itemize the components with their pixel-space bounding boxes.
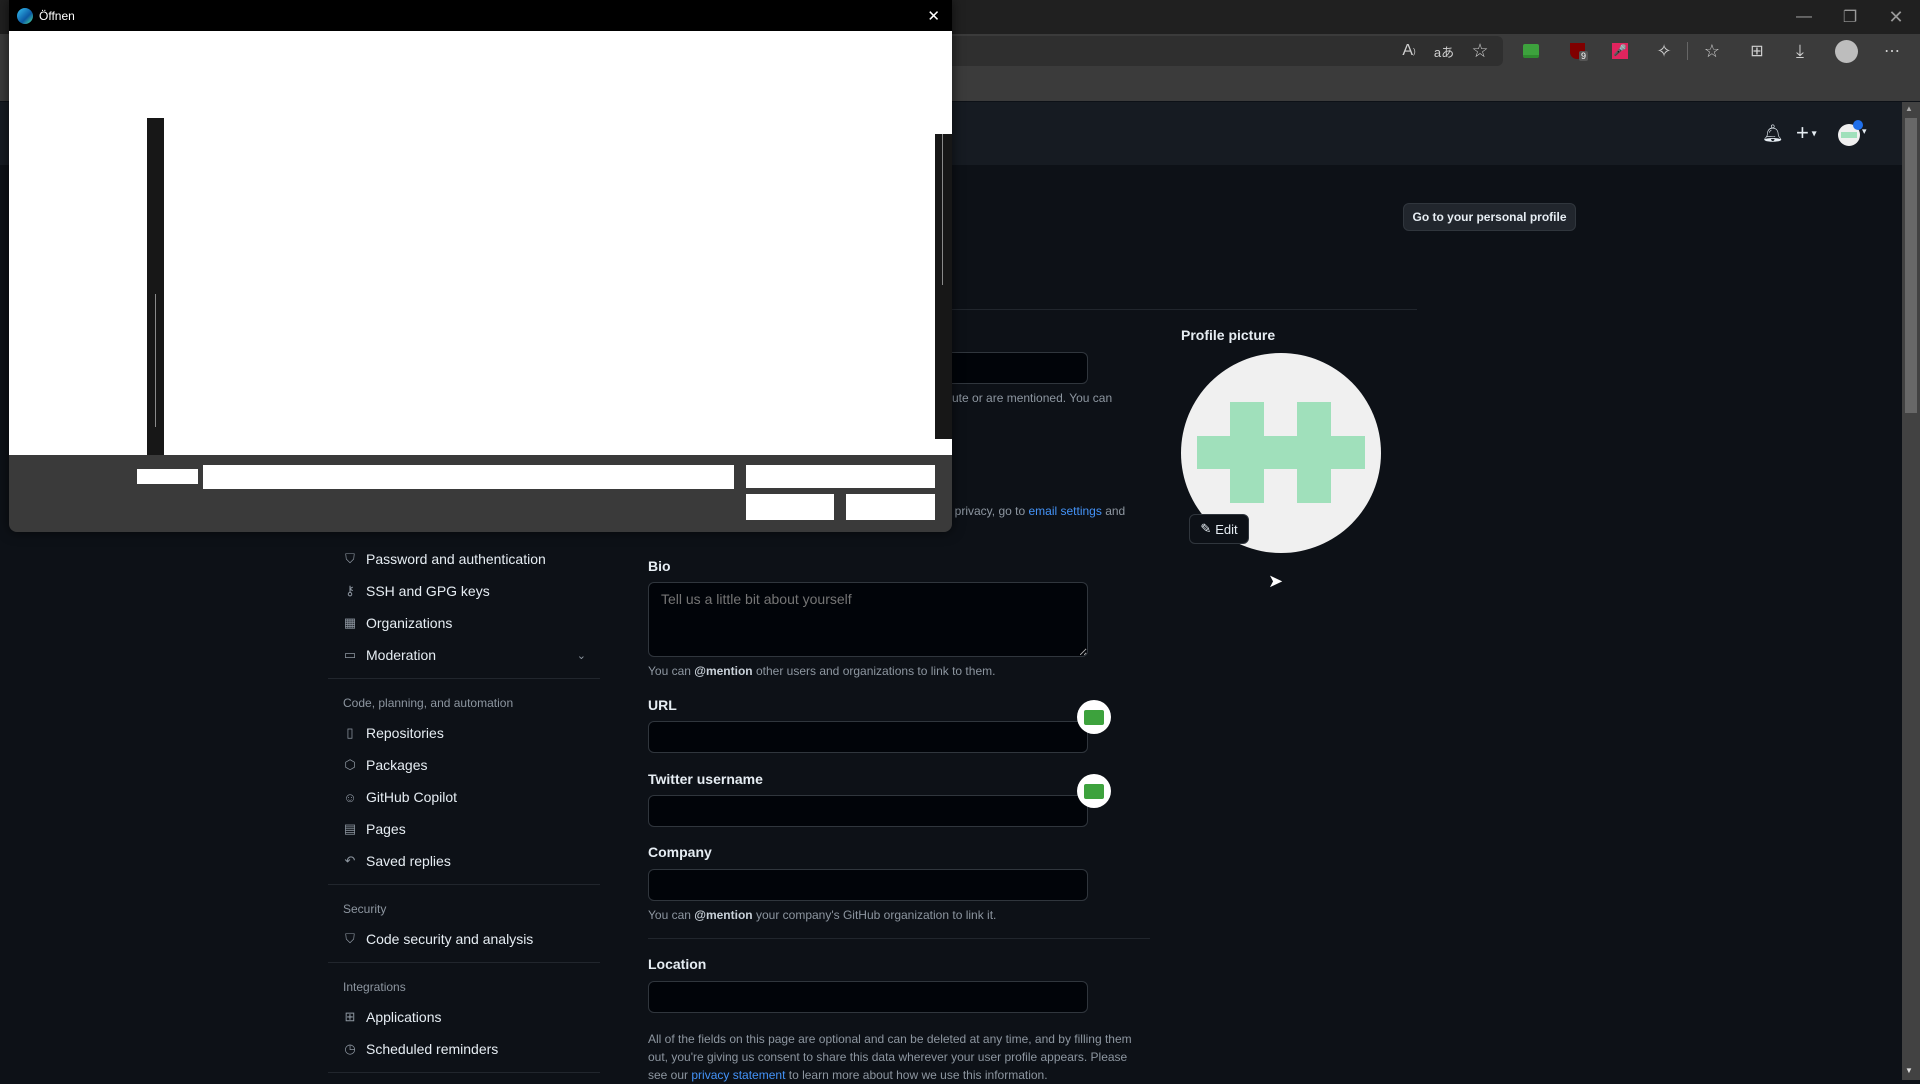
twitter-label: Twitter username [648,771,763,787]
chevron-down-icon: ⌄ [576,649,586,662]
create-new-button[interactable]: + ▾ [1796,120,1817,146]
cancel-button[interactable] [846,494,935,520]
read-aloud-icon[interactable]: A) [1394,38,1424,64]
collections-icon[interactable]: ⊞ [1742,38,1772,64]
dialog-content [9,31,952,455]
ublock-extension-icon[interactable]: 9 [1562,38,1592,64]
twitter-input[interactable] [648,795,1088,827]
section-divider [952,309,1417,310]
bio-textarea[interactable] [648,582,1088,657]
location-input[interactable] [648,981,1088,1013]
shield-lock-icon: ⛉ [345,551,355,566]
ublock-badge: 9 [1579,51,1589,61]
key-icon: ⚷ [345,583,355,598]
go-to-personal-profile-button[interactable]: Go to your personal profile [1403,203,1576,231]
bell-icon[interactable]: 🔔︎ [1762,124,1784,144]
sidebar-divider [328,1072,600,1073]
filename-label [137,469,198,484]
favorites-icon[interactable]: ☆ [1697,38,1727,64]
email-settings-link[interactable]: email settings [1028,504,1101,518]
file-open-dialog: Öffnen ✕ [9,0,952,532]
scroll-down-icon[interactable]: ▼ [1905,1066,1913,1075]
dialog-title-bar: Öffnen ✕ [9,0,952,31]
sidebar-divider [328,678,600,679]
sidebar-heading-code: Code, planning, and automation [343,696,514,710]
url-input[interactable] [648,721,1088,753]
sidebar-item-repositories[interactable]: ▯ Repositories [342,719,443,747]
scrollbar-thumb[interactable] [155,294,156,427]
scrollbar-thumb[interactable] [942,134,943,285]
downloads-icon[interactable]: ⤓ [1785,38,1815,64]
filename-input[interactable] [203,465,734,489]
sidebar-divider [328,962,600,963]
file-type-select[interactable] [746,465,935,488]
scroll-up-icon[interactable]: ▲ [1905,104,1913,113]
sidebar-heading-security: Security [343,902,387,916]
package-icon: ⬡ [344,757,356,772]
report-icon: ▭ [343,647,357,662]
toolbar-divider [1687,42,1688,60]
repo-icon: ▯ [346,725,354,740]
pencil-icon: ✎ [1200,521,1212,536]
email-privacy-note: il privacy, go to email settings and [946,504,1126,518]
sidebar-item-ssh-keys[interactable]: ⚷ SSH and GPG keys [342,577,489,605]
roboform-fill-icon[interactable] [1077,774,1111,808]
file-list-scrollbar[interactable] [935,134,952,439]
company-label: Company [648,844,712,860]
sidebar-divider [328,884,600,885]
company-input[interactable] [648,869,1088,901]
edge-logo-icon [17,7,33,24]
nav-pane-scrollbar[interactable] [147,118,164,455]
chevron-down-icon: ▾ [1862,126,1867,136]
shield-icon: ⛉ [345,931,355,946]
sidebar-item-password[interactable]: ⛉ Password and authentication [342,545,546,573]
apps-icon: ⊞ [344,1009,356,1024]
open-button[interactable] [746,494,834,520]
bio-label: Bio [648,558,671,574]
sidebar-heading-integrations: Integrations [343,980,406,994]
sidebar-item-scheduled-reminders[interactable]: ◷ Scheduled reminders [342,1035,498,1063]
roboform-fill-icon[interactable] [1077,700,1111,734]
more-icon[interactable]: ⋯ [1877,38,1907,64]
location-label: Location [648,956,707,972]
mouse-cursor: ➤ [1268,571,1284,591]
roboform-extension-icon[interactable] [1516,38,1546,64]
close-window-button[interactable]: ✕ [1873,0,1919,34]
scrollbar-thumb[interactable] [1905,118,1917,413]
clock-icon: ◷ [344,1041,356,1056]
avatar-menu[interactable]: ▾ [1838,120,1867,146]
company-note: You can @mention your company's GitHub o… [648,908,997,922]
profile-icon[interactable] [1831,38,1861,64]
sidebar-item-pages[interactable]: ▤ Pages [342,815,406,843]
reply-icon: ↶ [344,853,356,868]
extensions-icon[interactable]: ✧ [1649,38,1679,64]
sidebar-item-packages[interactable]: ⬡ Packages [342,751,427,779]
dialog-close-icon[interactable]: ✕ [927,7,940,25]
public-email-help: ute or are mentioned. You can [952,391,1113,405]
public-email-select[interactable] [940,352,1088,384]
translate-icon[interactable]: aあ [1429,38,1459,64]
privacy-note: All of the fields on this page are optio… [648,1032,1132,1082]
sidebar-item-copilot[interactable]: ☺ GitHub Copilot [342,783,457,811]
voice-extension-icon[interactable]: 🎤 [1605,38,1635,64]
copilot-icon: ☺ [343,789,357,805]
add-favorite-icon[interactable]: ☆ [1465,38,1495,64]
sidebar-item-code-security[interactable]: ⛉ Code security and analysis [342,925,533,953]
form-divider [648,938,1150,939]
restore-button[interactable]: ❐ [1827,0,1873,34]
organization-icon: ▦ [343,615,357,630]
url-label: URL [648,697,677,713]
bio-note: You can @mention other users and organiz… [648,664,996,678]
dialog-title: Öffnen [39,8,75,23]
sidebar-item-organizations[interactable]: ▦ Organizations [342,609,453,637]
sidebar-item-moderation[interactable]: ▭ Moderation ⌄ [342,641,586,669]
browser-icon: ▤ [343,821,357,836]
sidebar-item-applications[interactable]: ⊞ Applications [342,1003,442,1031]
edit-avatar-button[interactable]: ✎ Edit [1189,514,1249,544]
profile-picture-label: Profile picture [1181,327,1276,343]
sidebar-item-saved-replies[interactable]: ↶ Saved replies [342,847,451,875]
minimize-button[interactable]: — [1781,0,1827,34]
